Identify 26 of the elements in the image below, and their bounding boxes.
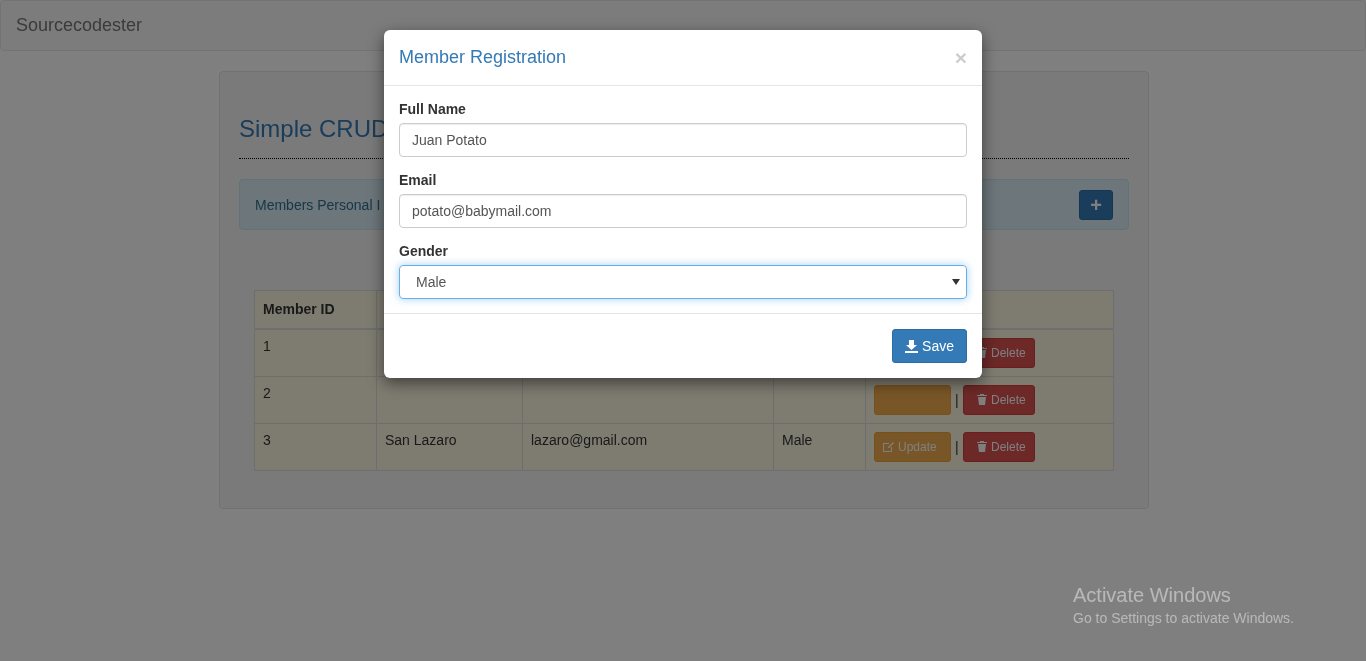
field-label: Full Name xyxy=(399,101,467,117)
dialog-title: Member Registration xyxy=(399,47,567,68)
table-cell: 3 xyxy=(254,423,377,470)
table-cell: Male xyxy=(773,423,866,470)
close-button[interactable]: × xyxy=(954,45,967,70)
delete-button[interactable]: Delete xyxy=(963,384,1035,415)
table-cell: 1 xyxy=(254,328,377,376)
separator: | xyxy=(955,391,959,408)
gender-select[interactable]: Male xyxy=(399,265,967,299)
input-field[interactable]: potato@babymail.com xyxy=(399,194,967,228)
update-button[interactable]: Update xyxy=(874,431,951,462)
navbar-brand[interactable]: Sourcecodester xyxy=(16,15,143,36)
separator: | xyxy=(955,438,959,455)
activation-subtitle: Go to Settings to activate Windows. xyxy=(1073,610,1294,626)
input-field[interactable]: Juan Potato xyxy=(399,123,967,157)
panel-text: Members Personal I xyxy=(255,196,381,213)
field-label: Email xyxy=(399,172,438,188)
table-cell: lazaro@gmail.com xyxy=(522,423,774,470)
table-cell: 2 xyxy=(254,376,377,423)
field-label: Gender xyxy=(399,243,449,259)
column-header: Member ID xyxy=(254,290,377,329)
save-button[interactable]: Save xyxy=(892,329,967,363)
delete-button[interactable]: Delete xyxy=(963,431,1035,462)
activation-title: Activate Windows xyxy=(1073,584,1232,607)
table-cell: San Lazaro xyxy=(376,423,523,470)
add-button[interactable]: + xyxy=(1079,189,1113,220)
